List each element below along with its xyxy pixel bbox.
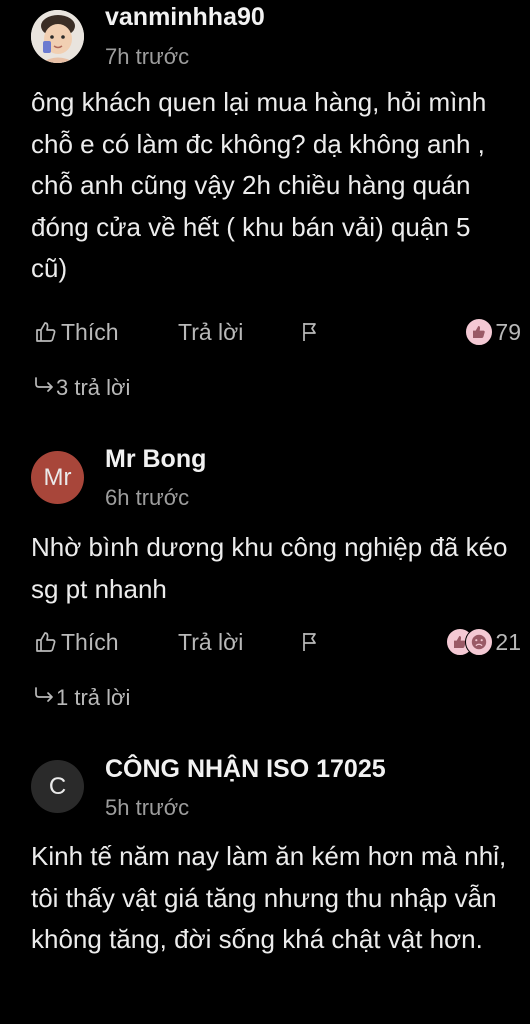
report-button[interactable]: [300, 315, 320, 349]
report-button[interactable]: [300, 625, 320, 659]
reaction-count: 21: [495, 628, 521, 655]
comment-author[interactable]: vanminhha90: [105, 3, 265, 32]
reply-arrow-icon: [33, 685, 55, 711]
avatar[interactable]: Mr: [31, 451, 84, 504]
child-photo-icon: [31, 10, 84, 63]
like-label: Thích: [61, 318, 119, 345]
like-label: Thích: [61, 628, 119, 655]
sad-reaction-icon: [465, 628, 494, 656]
avatar-initials: C: [48, 772, 67, 800]
avatar-initials: Mr: [43, 463, 72, 491]
flag-icon: [300, 321, 320, 343]
comment-actions: Thích Trả lời 79: [0, 315, 530, 349]
reply-button[interactable]: Trả lời: [178, 625, 243, 659]
reaction-summary[interactable]: 79: [465, 315, 521, 349]
flag-icon: [300, 631, 320, 653]
comment-time: 6h trước: [105, 485, 190, 510]
reply-arrow-icon: [33, 375, 55, 401]
comment-actions: Thích Trả lời 21: [0, 625, 530, 659]
comment-author[interactable]: CÔNG NHẬN ISO 17025: [105, 755, 386, 784]
comment-time: 7h trước: [105, 44, 190, 69]
comment-author[interactable]: Mr Bong: [105, 445, 206, 474]
comment-text: Kinh tế năm nay làm ăn kém hơn mà nhỉ, t…: [31, 841, 507, 954]
comment-text: ông khách quen lại mua hàng, hỏi mình ch…: [31, 87, 487, 283]
thumbs-up-icon: [34, 320, 58, 344]
like-reaction-icon: [465, 318, 494, 346]
replies-count-label: 1 trả lời: [56, 685, 131, 710]
view-replies-button[interactable]: 1 trả lời: [33, 685, 130, 711]
view-replies-button[interactable]: 3 trả lời: [33, 375, 130, 401]
comment-text: Nhờ bình dương khu công nghiệp đã kéo sg…: [31, 532, 508, 604]
reaction-summary[interactable]: 21: [446, 625, 521, 659]
avatar[interactable]: [31, 10, 84, 63]
replies-count-label: 3 trả lời: [56, 375, 131, 400]
avatar[interactable]: C: [31, 760, 84, 813]
comment-time: 5h trước: [105, 795, 190, 820]
like-button[interactable]: Thích: [34, 625, 119, 659]
thumbs-up-icon: [34, 630, 58, 654]
reaction-count: 79: [495, 318, 521, 345]
reply-button[interactable]: Trả lời: [178, 315, 243, 349]
like-button[interactable]: Thích: [34, 315, 119, 349]
